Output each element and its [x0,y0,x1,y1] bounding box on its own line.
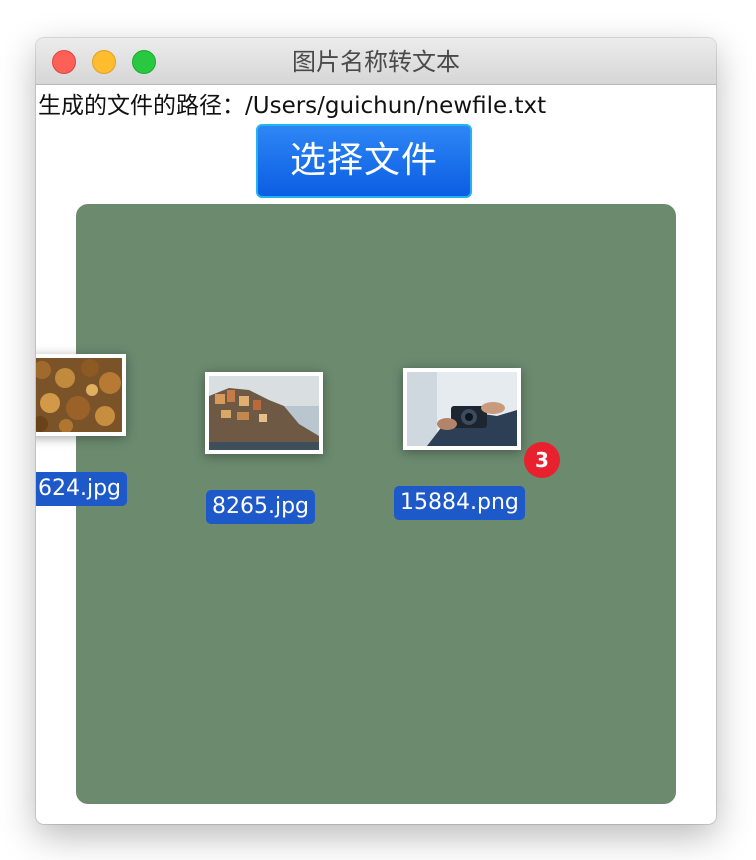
file-drop-area[interactable] [76,204,676,804]
dragged-file-label: 8265.jpg [206,490,316,524]
output-path-label: 生成的文件的路径：/Users/guichun/newfile.txt [38,93,547,119]
dragged-file-label: 624.jpg [36,472,128,506]
autumn-leaves-photo-icon [36,354,126,436]
hands-with-camera-photo-icon [403,368,521,450]
coastal-town-photo-icon [205,372,323,454]
title-bar[interactable]: 图片名称转文本 [36,38,716,85]
window-title: 图片名称转文本 [292,48,460,76]
app-window: 图片名称转文本 生成的文件的路径：/Users/guichun/newfile.… [36,38,716,824]
drag-count-badge: 3 [524,442,560,478]
choose-file-button[interactable]: 选择文件 [256,124,472,198]
dragged-file-label: 15884.png [394,486,525,520]
